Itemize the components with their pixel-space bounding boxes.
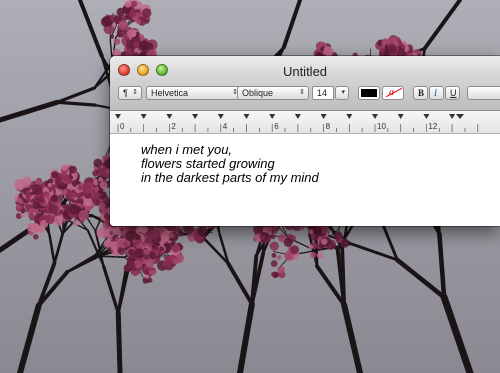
paragraph-label: ¶ [123, 88, 128, 98]
document-line: flowers started growing [141, 156, 275, 171]
title-bar[interactable]: Untitled ¶⇕ Helvetica⇕ Oblique⇕ 14 ▾ a B… [110, 56, 500, 111]
ruler-label: 4 [222, 122, 228, 131]
paragraph-styles-popup[interactable]: ¶ ⇕ [118, 86, 142, 100]
font-family-popup[interactable]: Helvetica ⇕ [146, 86, 242, 100]
tab-stop-marker [423, 114, 430, 119]
highlight-color-well[interactable]: a [382, 86, 404, 100]
ruler[interactable]: 0 2 4 6 8 10 12 [110, 111, 500, 134]
updown-chevron-icon: ⇕ [299, 89, 305, 96]
alignment-control[interactable] [467, 86, 500, 100]
ruler-label: 12 [428, 122, 438, 131]
font-family-value: Helvetica [151, 88, 189, 98]
bold-button[interactable]: B [413, 86, 428, 100]
underline-button[interactable]: U [445, 86, 460, 100]
document-line: when i met you, [141, 142, 233, 157]
tab-stop-marker [372, 114, 378, 119]
tab-stop-marker [346, 114, 353, 119]
updown-chevron-icon: ⇕ [132, 89, 138, 96]
font-size-field[interactable]: 14 [312, 86, 334, 100]
down-chevron-icon: ▾ [341, 89, 345, 96]
ruler-ticks [115, 114, 479, 132]
window-title: Untitled [282, 64, 328, 79]
textedit-window: Untitled ¶⇕ Helvetica⇕ Oblique⇕ 14 ▾ a B… [110, 56, 500, 226]
tab-stop-marker [294, 114, 301, 119]
tab-stop-marker [192, 114, 199, 119]
tab-stop-marker [269, 114, 276, 119]
italic-button[interactable]: I [429, 86, 444, 100]
right-margin-marker [456, 114, 464, 119]
ruler-label: 2 [171, 122, 176, 131]
tab-stop-marker [115, 114, 121, 119]
font-size-value: 14 [317, 88, 328, 98]
ruler-label: 6 [274, 122, 279, 131]
tab-stop-marker [140, 114, 147, 119]
tab-stop-marker [166, 114, 173, 119]
ruler-label: 10 [377, 122, 386, 131]
text-color-well[interactable] [358, 86, 380, 100]
tab-stop-marker [397, 114, 404, 119]
font-size-stepper[interactable]: ▾ [335, 86, 349, 100]
document-text-area[interactable]: when i met you, flowers started growing … [110, 134, 500, 226]
tab-stop-marker [243, 114, 250, 119]
tab-stop-marker [320, 114, 327, 119]
ruler-label: 0 [120, 122, 125, 131]
document-line: in the darkest parts of my mind [141, 170, 319, 185]
text-color-swatch [361, 89, 377, 97]
font-style-value: Oblique [242, 88, 274, 98]
font-style-popup[interactable]: Oblique ⇕ [237, 86, 309, 100]
ruler-label: 8 [325, 122, 331, 131]
tab-stop-marker [449, 114, 456, 119]
tab-stop-marker [217, 114, 224, 119]
